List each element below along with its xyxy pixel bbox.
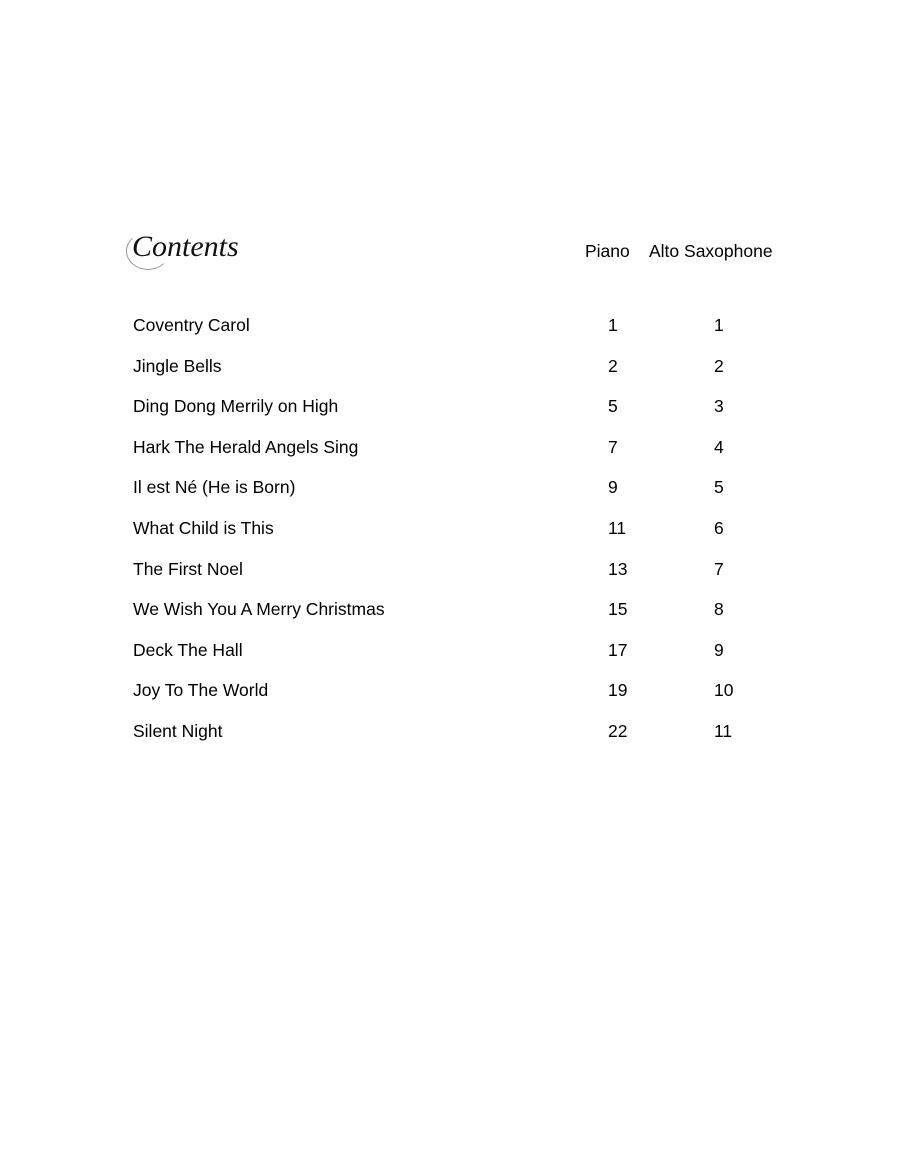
contents-entry: Silent Night 22 11: [0, 721, 900, 745]
entry-sax-page: 6: [714, 518, 724, 538]
entry-title: What Child is This: [133, 518, 274, 538]
column-header-alto-saxophone: Alto Saxophone: [649, 241, 773, 261]
contents-entry: The First Noel 13 7: [0, 559, 900, 583]
entry-title: Hark The Herald Angels Sing: [133, 436, 359, 457]
entry-sax-page: 1: [714, 315, 724, 335]
column-header-piano: Piano: [585, 241, 630, 261]
entry-title: Coventry Carol: [133, 315, 250, 335]
contents-entry: Hark The Herald Angels Sing 7 4: [0, 437, 900, 461]
entry-piano-page: 9: [608, 477, 618, 498]
entry-piano-page: 22: [608, 721, 628, 741]
contents-entry: Coventry Carol 1 1: [0, 315, 900, 339]
entry-piano-page: 2: [608, 355, 618, 376]
entry-piano-page: 11: [608, 518, 627, 538]
entry-sax-page: 2: [714, 355, 724, 376]
entry-title: Deck The Hall: [133, 639, 243, 660]
entry-title: Joy To The World: [133, 680, 269, 701]
entry-title: Il est Né (He is Born): [133, 477, 296, 498]
entry-piano-page: 17: [608, 639, 628, 660]
entry-piano-page: 5: [608, 396, 618, 417]
entry-sax-page: 4: [714, 436, 724, 457]
entry-sax-page: 8: [714, 599, 724, 620]
title-swash-decoration: [126, 232, 170, 270]
contents-entry: We Wish You A Merry Christmas 15 8: [0, 599, 900, 623]
entry-title: We Wish You A Merry Christmas: [133, 599, 385, 620]
entry-piano-page: 7: [608, 436, 618, 457]
entry-sax-page: 10: [714, 680, 734, 701]
page-title: Contents: [126, 230, 239, 270]
contents-entry: Jingle Bells 2 2: [0, 356, 900, 380]
contents-entry: Il est Né (He is Born) 9 5: [0, 477, 900, 501]
contents-entry: What Child is This 11 6: [0, 518, 900, 542]
entry-sax-page: 3: [714, 396, 724, 417]
contents-entry: Ding Dong Merrily on High 5 3: [0, 396, 900, 420]
entry-title: Silent Night: [133, 721, 223, 741]
entry-title: Jingle Bells: [133, 355, 222, 376]
entry-piano-page: 1: [608, 315, 618, 335]
entry-sax-page: 5: [714, 477, 724, 498]
entry-sax-page: 7: [714, 558, 724, 579]
entry-sax-page: 9: [714, 639, 724, 660]
entry-title: The First Noel: [133, 558, 243, 579]
entry-piano-page: 19: [608, 680, 628, 701]
entry-piano-page: 13: [608, 558, 628, 579]
entry-sax-page: 11: [714, 721, 733, 741]
contents-entry: Joy To The World 19 10: [0, 680, 900, 704]
contents-entry: Deck The Hall 17 9: [0, 640, 900, 664]
entry-piano-page: 15: [608, 599, 628, 620]
entry-title: Ding Dong Merrily on High: [133, 396, 339, 417]
